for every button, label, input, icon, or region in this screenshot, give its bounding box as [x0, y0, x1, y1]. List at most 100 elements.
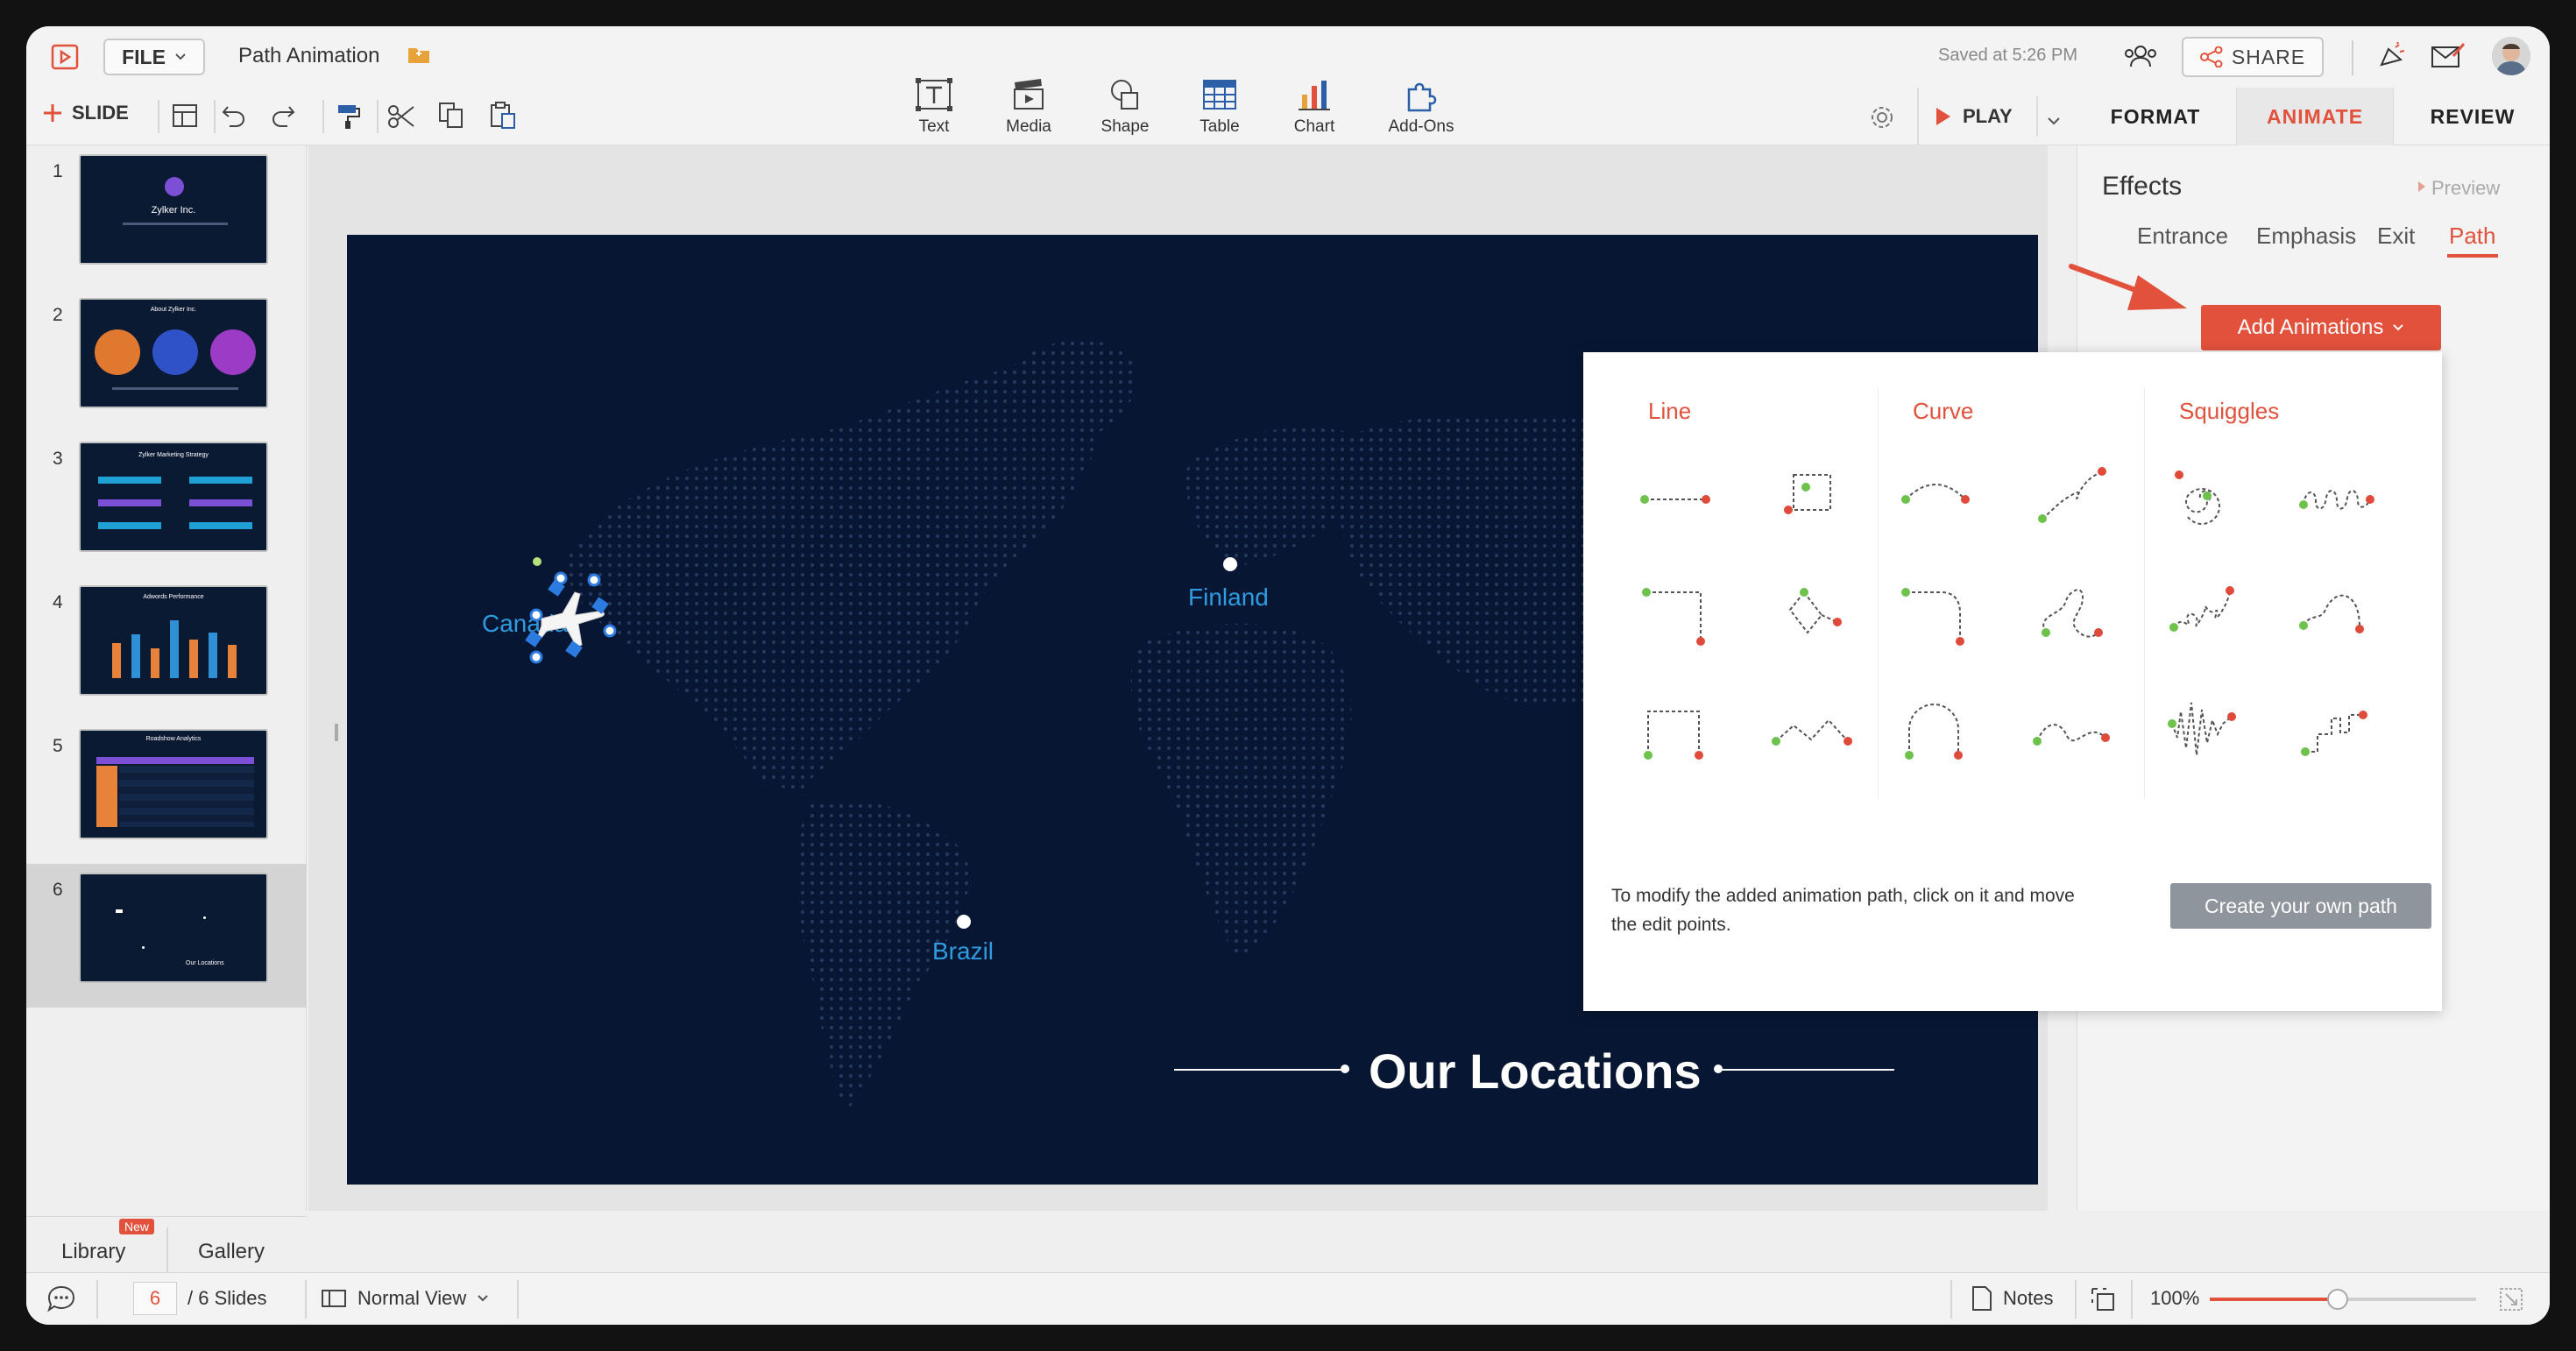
- add-slide-button[interactable]: SLIDE: [42, 102, 129, 124]
- slide-preview: Zylker Marketing Strategy: [79, 442, 268, 552]
- zoom-slider[interactable]: [2210, 1289, 2476, 1310]
- zoom-slider-thumb[interactable]: [2326, 1289, 2348, 1310]
- share-icon: [2199, 46, 2223, 67]
- divider: [322, 100, 324, 133]
- divider: [2131, 1280, 2133, 1319]
- paste-icon[interactable]: [489, 102, 517, 134]
- divider: [96, 1280, 98, 1319]
- path-curve-s-icon[interactable]: [2027, 571, 2123, 650]
- path-curve-arch-icon[interactable]: [1895, 685, 1992, 764]
- path-line-arch-icon[interactable]: [1636, 685, 1732, 764]
- insert-addons-button[interactable]: Add-Ons: [1377, 77, 1465, 137]
- path-squiggle-spiral-icon[interactable]: [2162, 457, 2258, 536]
- library-tab[interactable]: Library: [61, 1240, 125, 1264]
- insert-media-button[interactable]: Media: [985, 77, 1072, 137]
- chevron-down-icon: [478, 1295, 489, 1302]
- insert-chart-button[interactable]: Chart: [1270, 77, 1358, 137]
- tab-exit[interactable]: Exit: [2377, 223, 2415, 250]
- path-curve-arc-icon[interactable]: [1895, 457, 1992, 536]
- format-painter-icon[interactable]: [335, 103, 361, 134]
- divider: [1878, 387, 1879, 799]
- user-avatar[interactable]: [2492, 37, 2530, 75]
- airplane-icon[interactable]: [520, 568, 617, 664]
- document-title[interactable]: Path Animation: [238, 44, 379, 68]
- undo-icon[interactable]: [221, 103, 247, 132]
- path-squiggle-heartbeat-icon[interactable]: [2162, 685, 2258, 764]
- redo-icon[interactable]: [270, 103, 296, 132]
- category-line: Line: [1648, 398, 1692, 424]
- slide-thumbnail-4[interactable]: 4 Adwords Performance: [26, 576, 307, 720]
- mail-icon[interactable]: [2431, 42, 2466, 74]
- announcements-icon[interactable]: [2376, 41, 2408, 76]
- tab-format[interactable]: FORMAT: [2077, 88, 2234, 145]
- path-line-turn-icon[interactable]: [1636, 571, 1732, 650]
- slide-number: 6: [53, 880, 63, 900]
- path-squiggle-hump-icon[interactable]: [2293, 571, 2389, 650]
- add-animations-button[interactable]: Add Animations: [2201, 305, 2441, 350]
- slide-count: / 6 Slides: [188, 1287, 267, 1309]
- fit-slide-icon[interactable]: [2089, 1285, 2117, 1318]
- path-curve-turn-icon[interactable]: [1895, 571, 1992, 650]
- preview-play-icon[interactable]: [2417, 180, 2426, 197]
- folder-icon[interactable]: [407, 44, 431, 69]
- panel-resize-handle[interactable]: [335, 724, 338, 741]
- slide-preview: Zylker Inc.: [79, 154, 268, 265]
- layout-icon[interactable]: [172, 103, 198, 132]
- preview-button[interactable]: Preview: [2431, 177, 2500, 200]
- tab-review[interactable]: REVIEW: [2396, 88, 2550, 145]
- location-label-finland[interactable]: Finland: [1188, 584, 1269, 612]
- create-own-path-button[interactable]: Create your own path: [2170, 883, 2431, 929]
- fullscreen-icon[interactable]: [2499, 1287, 2523, 1316]
- media-icon: [1014, 79, 1044, 110]
- normal-view-icon: [322, 1290, 346, 1307]
- slide-number: 4: [53, 592, 63, 612]
- slide-thumbnail-2[interactable]: 2 About Zylker Inc.: [26, 289, 307, 433]
- share-button[interactable]: SHARE: [2182, 37, 2324, 77]
- view-mode-dropdown[interactable]: Normal View: [321, 1287, 489, 1310]
- slide-thumbnail-6[interactable]: 6 Our Locations: [26, 864, 307, 1008]
- location-label-brazil[interactable]: Brazil: [932, 937, 994, 966]
- page-number-input[interactable]: 6: [133, 1282, 177, 1315]
- tab-emphasis[interactable]: Emphasis: [2256, 223, 2356, 250]
- slide-thumbnail-1[interactable]: 1 Zylker Inc.: [26, 145, 307, 289]
- slide-thumbnail-3[interactable]: 3 Zylker Marketing Strategy: [26, 433, 307, 576]
- insert-shape-button[interactable]: Shape: [1081, 77, 1169, 137]
- app-logo-icon[interactable]: [51, 44, 79, 74]
- new-badge: New: [119, 1219, 155, 1234]
- path-curve-loop-icon[interactable]: [2027, 457, 2123, 536]
- slide-thumbnail-panel: 1 Zylker Inc. 2 About Zylker Inc. 3 Zylk…: [26, 145, 307, 1280]
- file-menu-button[interactable]: FILE: [103, 39, 205, 75]
- slide-title: Our Locations: [186, 960, 224, 966]
- slide-number: 3: [53, 449, 63, 469]
- path-line-zigzag-icon[interactable]: [1767, 685, 1864, 764]
- path-squiggle-coil-icon[interactable]: [2293, 457, 2389, 536]
- tab-entrance[interactable]: Entrance: [2137, 223, 2228, 250]
- pointer-arrow-icon: [2069, 264, 2187, 310]
- notes-toggle[interactable]: Notes: [1971, 1285, 2053, 1312]
- rotate-handle[interactable]: [533, 557, 541, 566]
- cut-icon[interactable]: [387, 103, 415, 134]
- path-line-diamond-icon[interactable]: [1767, 571, 1864, 650]
- save-status: Saved at 5:26 PM: [1938, 46, 2077, 65]
- path-line-square-icon[interactable]: [1767, 457, 1864, 536]
- collaborators-icon[interactable]: [2122, 42, 2159, 74]
- insert-text-button[interactable]: Text: [890, 77, 978, 137]
- play-options-chevron-icon[interactable]: [2047, 114, 2061, 130]
- divider: [158, 100, 159, 133]
- path-line-straight-icon[interactable]: [1636, 457, 1732, 536]
- tab-animate[interactable]: ANIMATE: [2236, 88, 2394, 145]
- copy-icon[interactable]: [438, 102, 464, 134]
- comments-icon[interactable]: [46, 1284, 77, 1318]
- add-animations-label: Add Animations: [2237, 315, 2384, 339]
- location-dot-finland: [1223, 557, 1237, 571]
- insert-table-button[interactable]: Table: [1176, 77, 1263, 137]
- gallery-tab[interactable]: Gallery: [198, 1240, 265, 1264]
- path-squiggle-loops-icon[interactable]: [2162, 571, 2258, 650]
- play-button[interactable]: PLAY: [1935, 105, 2013, 128]
- settings-icon[interactable]: [1868, 103, 1896, 136]
- slide-thumbnail-5[interactable]: 5 Roadshow Analytics: [26, 720, 307, 864]
- slide-heading[interactable]: Our Locations: [1369, 1043, 1702, 1100]
- tab-path[interactable]: Path: [2449, 223, 2496, 250]
- path-curve-wave-icon[interactable]: [2027, 685, 2123, 764]
- path-squiggle-steps-icon[interactable]: [2293, 685, 2389, 764]
